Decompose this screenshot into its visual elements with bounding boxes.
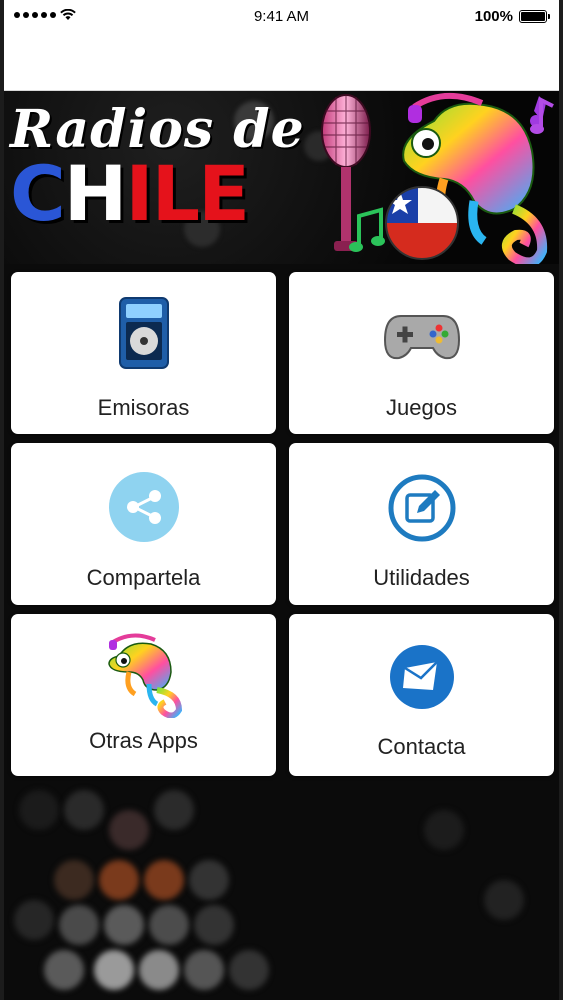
- chile-flag-icon: [385, 186, 459, 260]
- battery-icon: [519, 10, 550, 23]
- header-banner: Radios de CHILE: [4, 91, 559, 264]
- music-note-icon: [530, 96, 554, 134]
- logo-line-2: CHILE: [10, 156, 305, 232]
- gamepad-icon: [383, 315, 460, 360]
- logo-letters-ile: ILE: [125, 149, 250, 238]
- menu-label: Emisoras: [97, 395, 190, 420]
- app-logo-title: Radios de CHILE: [10, 91, 305, 232]
- radio-player-icon: [118, 297, 169, 369]
- menu-card-contacta[interactable]: Contacta: [289, 614, 554, 776]
- status-right: 100%: [474, 8, 550, 25]
- menu-label: Contacta: [377, 734, 466, 759]
- menu-card-utilidades[interactable]: Utilidades: [289, 443, 554, 605]
- menu-card-otras-apps[interactable]: Otras Apps: [11, 614, 276, 776]
- logo-letter-h: H: [63, 149, 128, 238]
- menu-label: Juegos: [386, 395, 457, 420]
- edit-icon: [388, 474, 455, 542]
- logo-letter-c: C: [10, 149, 66, 238]
- menu-card-juegos[interactable]: Juegos: [289, 272, 554, 434]
- menu-label: Utilidades: [373, 565, 470, 590]
- music-note-icon: [349, 207, 385, 252]
- menu-label: Otras Apps: [89, 728, 198, 753]
- background-lights: [4, 780, 559, 1000]
- mail-icon: [389, 645, 454, 709]
- status-bar: 9:41 AM 100%: [4, 0, 559, 34]
- menu-label: Compartela: [86, 565, 201, 590]
- navigation-bar: [4, 34, 559, 91]
- chameleon-icon: [107, 633, 182, 718]
- share-icon: [108, 472, 179, 542]
- menu-card-emisoras[interactable]: Emisoras: [11, 272, 276, 434]
- battery-percent: 100%: [474, 8, 513, 25]
- menu-card-compartela[interactable]: Compartela: [11, 443, 276, 605]
